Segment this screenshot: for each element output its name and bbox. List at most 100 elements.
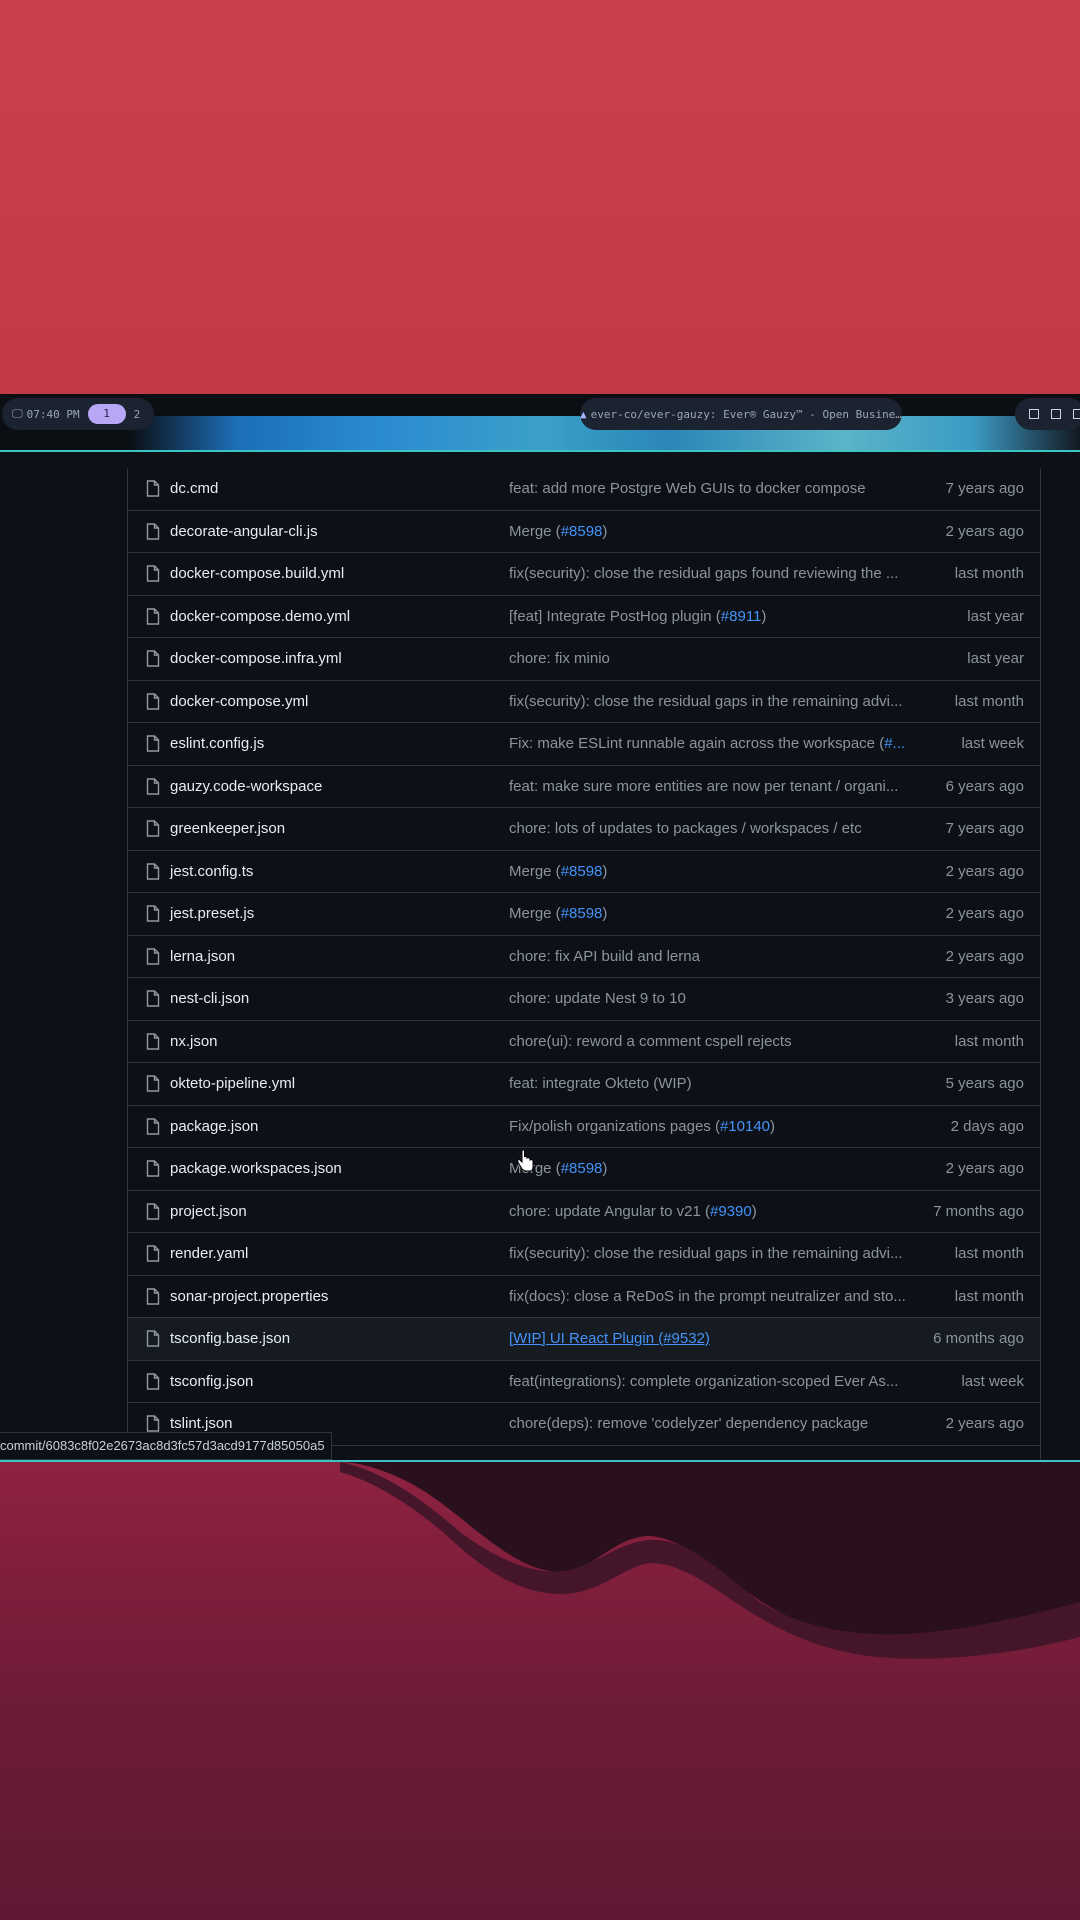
table-row[interactable]: docker-compose.build.yml fix(security): c…: [128, 553, 1040, 596]
commit-message-link[interactable]: chore: lots of updates to packages / wor…: [509, 820, 909, 837]
file-name-link[interactable]: package.json: [170, 1118, 258, 1135]
commit-age: last month: [954, 565, 1024, 582]
file-icon: [146, 1245, 160, 1262]
layout-icon[interactable]: [1051, 409, 1061, 419]
commit-message-text: [feat] Integrate PostHog plugin (: [509, 607, 721, 625]
table-row[interactable]: lerna.json chore: fix API build and lerna…: [128, 936, 1040, 978]
workspace-1-button[interactable]: 1: [87, 404, 126, 424]
commit-age: last year: [967, 607, 1024, 625]
file-name-link[interactable]: docker-compose.yml: [170, 693, 308, 710]
file-name-link[interactable]: dc.cmd: [170, 480, 218, 497]
file-name-link[interactable]: sonar-project.properties: [170, 1288, 328, 1305]
clipboard-icon[interactable]: [1073, 409, 1080, 419]
table-row[interactable]: project.json chore: update Angular to v21…: [128, 1191, 1040, 1233]
commit-message-link[interactable]: Fix: make ESLint runnable again across t…: [509, 735, 909, 752]
table-row[interactable]: package.workspaces.json Merge (#8598) 2 ye…: [128, 1148, 1040, 1191]
file-name-link[interactable]: docker-compose.infra.yml: [170, 650, 342, 667]
file-name-link[interactable]: lerna.json: [170, 948, 235, 965]
commit-message-link[interactable]: fix(security): close the residual gaps i…: [509, 693, 909, 710]
commit-message-link[interactable]: Merge (#8598): [509, 863, 909, 880]
commit-message-link[interactable]: fix(docs): close a ReDoS in the prompt n…: [509, 1288, 909, 1305]
file-name-link[interactable]: package.workspaces.json: [170, 1160, 342, 1177]
commit-message-link[interactable]: chore: fix minio: [509, 650, 909, 667]
commit-message-link[interactable]: feat: integrate Okteto (WIP): [509, 1075, 909, 1092]
commit-age: 7 years ago: [945, 480, 1024, 497]
table-row[interactable]: tsconfig.base.json [WIP] UI React Plugin …: [128, 1318, 1040, 1361]
file-list: dc.cmd feat: add more Postgre Web GUIs to…: [127, 468, 1041, 1462]
file-name-link[interactable]: eslint.config.js: [170, 735, 264, 752]
commit-message-link[interactable]: chore: update Nest 9 to 10: [509, 990, 909, 1007]
table-row[interactable]: package.json Fix/polish organizations pag…: [128, 1106, 1040, 1148]
file-name-link[interactable]: jest.preset.js: [170, 905, 254, 922]
file-name-link[interactable]: tsconfig.json: [170, 1373, 253, 1390]
commit-message-link[interactable]: feat: add more Postgre Web GUIs to docke…: [509, 480, 909, 497]
file-icon: [146, 735, 160, 752]
pull-request-link[interactable]: #8598: [561, 1160, 603, 1177]
table-row[interactable]: sonar-project.properties fix(docs): close…: [128, 1276, 1040, 1318]
table-row[interactable]: docker-compose.yml fix(security): close t…: [128, 681, 1040, 723]
table-row[interactable]: nest-cli.json chore: update Nest 9 to 10 3…: [128, 978, 1040, 1021]
commit-message-link[interactable]: chore(ui): reword a comment cspell rejec…: [509, 1033, 909, 1050]
commit-message-link[interactable]: chore: fix API build and lerna: [509, 948, 909, 965]
commit-message-link[interactable]: Merge (#8598): [509, 523, 909, 540]
commit-message-link[interactable]: chore: update Angular to v21 (#9390): [509, 1203, 909, 1220]
commit-age: 2 days ago: [950, 1117, 1024, 1135]
commit-message-link[interactable]: [feat] Integrate PostHog plugin (#8911): [509, 608, 909, 625]
table-row[interactable]: tsconfig.json feat(integrations): complet…: [128, 1361, 1040, 1403]
commit-message-link[interactable]: Fix/polish organizations pages (#10140): [509, 1118, 909, 1135]
commit-age: last year: [967, 650, 1024, 667]
file-name-link[interactable]: tslint.json: [170, 1415, 233, 1432]
table-row[interactable]: docker-compose.demo.yml [feat] Integrate …: [128, 596, 1040, 638]
file-name-link[interactable]: decorate-angular-cli.js: [170, 523, 318, 540]
file-name-link[interactable]: greenkeeper.json: [170, 820, 285, 837]
table-row[interactable]: greenkeeper.json chore: lots of updates t…: [128, 808, 1040, 851]
commit-message-link[interactable]: fix(security): close the residual gaps f…: [509, 565, 909, 582]
file-name-link[interactable]: nest-cli.json: [170, 990, 249, 1007]
commit-message-suffix: ): [770, 1117, 776, 1135]
commit-age: last month: [954, 1287, 1024, 1305]
workspace-2-button[interactable]: 2: [134, 408, 141, 421]
table-row[interactable]: eslint.config.js Fix: make ESLint runnabl…: [128, 723, 1040, 766]
commit-message-text: feat: add more Postgre Web GUIs to docke…: [509, 480, 866, 497]
table-row[interactable]: okteto-pipeline.yml feat: integrate Oktet…: [128, 1063, 1040, 1106]
arch-icon: ▲: [580, 407, 587, 421]
window-icon[interactable]: [1029, 409, 1039, 419]
pull-request-link[interactable]: #8598: [561, 523, 603, 540]
pull-request-link[interactable]: #8598: [561, 863, 603, 880]
commit-message-link[interactable]: feat: make sure more entities are now pe…: [509, 778, 909, 795]
file-name-link[interactable]: tsconfig.base.json: [170, 1330, 290, 1347]
pull-request-link[interactable]: #8911: [721, 608, 762, 625]
file-name-link[interactable]: nx.json: [170, 1033, 218, 1050]
pull-request-link[interactable]: #9390: [710, 1203, 752, 1220]
pull-request-link[interactable]: #8598: [561, 905, 603, 922]
file-name-link[interactable]: docker-compose.demo.yml: [170, 608, 350, 625]
table-row[interactable]: jest.preset.js Merge (#8598) 2 years ago: [128, 893, 1040, 936]
status-bar-url: commit/6083c8f02e2673ac8d3fc57d3acd9177d…: [0, 1432, 332, 1460]
file-name-link[interactable]: docker-compose.build.yml: [170, 565, 344, 582]
table-row[interactable]: gauzy.code-workspace feat: make sure more…: [128, 766, 1040, 808]
table-row[interactable]: nx.json chore(ui): reword a comment cspel…: [128, 1021, 1040, 1063]
pull-request-link[interactable]: #10140: [720, 1118, 770, 1135]
commit-message-link[interactable]: chore(deps): remove 'codelyzer' dependen…: [509, 1415, 909, 1432]
file-icon: [146, 947, 160, 965]
commit-message-text: chore: fix minio: [509, 650, 610, 667]
commit-message-link[interactable]: Merge (#8598): [509, 1160, 909, 1177]
commit-message-link[interactable]: fix(security): close the residual gaps i…: [509, 1245, 909, 1262]
file-name-link[interactable]: okteto-pipeline.yml: [170, 1075, 295, 1092]
pull-request-link[interactable]: #...: [884, 735, 905, 752]
table-row[interactable]: jest.config.ts Merge (#8598) 2 years ago: [128, 851, 1040, 893]
commit-message-link[interactable]: feat(integrations): complete organizatio…: [509, 1373, 909, 1390]
file-name-link[interactable]: jest.config.ts: [170, 863, 253, 880]
table-row[interactable]: docker-compose.infra.yml chore: fix minio…: [128, 638, 1040, 681]
commit-message-text: Fix/polish organizations pages (: [509, 1117, 720, 1135]
commit-message-text: feat: make sure more entities are now pe…: [509, 777, 899, 795]
table-row[interactable]: dc.cmd feat: add more Postgre Web GUIs to…: [128, 468, 1040, 511]
commit-message-text: fix(security): close the residual gaps i…: [509, 1245, 903, 1262]
file-name-link[interactable]: project.json: [170, 1203, 247, 1220]
commit-message-link[interactable]: [WIP] UI React Plugin (#9532): [509, 1330, 909, 1347]
table-row[interactable]: render.yaml fix(security): close the resi…: [128, 1233, 1040, 1276]
file-name-link[interactable]: gauzy.code-workspace: [170, 778, 322, 795]
commit-message-link[interactable]: Merge (#8598): [509, 905, 909, 922]
file-name-link[interactable]: render.yaml: [170, 1245, 248, 1262]
table-row[interactable]: decorate-angular-cli.js Merge (#8598) 2 ye…: [128, 511, 1040, 553]
